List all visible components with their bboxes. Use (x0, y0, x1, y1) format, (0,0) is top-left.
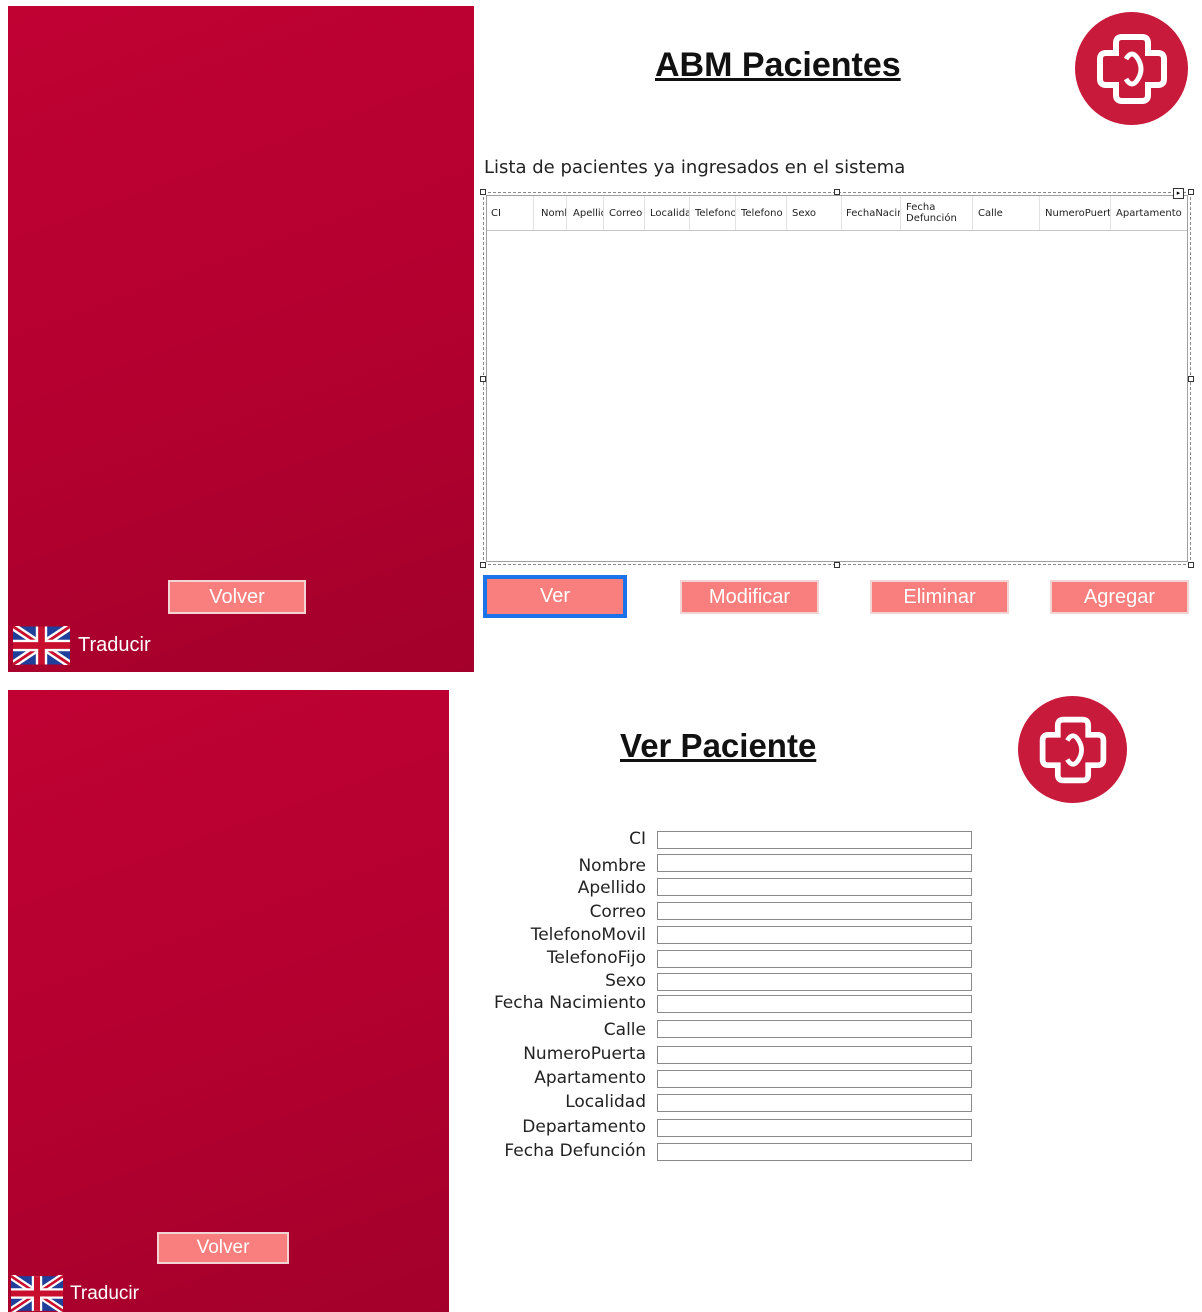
uk-flag-icon (9, 1273, 65, 1312)
resize-handle[interactable] (480, 376, 486, 382)
uk-flag-icon (10, 623, 73, 668)
column-header-label: Fecha Defunción (906, 202, 957, 224)
localidad-field[interactable] (657, 1094, 972, 1112)
translate-button[interactable]: Traducir (10, 623, 151, 668)
telefono-movil-field[interactable] (657, 926, 972, 944)
apellido-field[interactable] (657, 878, 972, 896)
correo-field[interactable] (657, 902, 972, 920)
column-header[interactable]: Correo (605, 196, 645, 230)
column-header[interactable]: Telefono (691, 196, 736, 230)
column-header[interactable]: Calle (974, 196, 1040, 230)
column-header[interactable]: NumeroPuerta (1041, 196, 1111, 230)
calle-field[interactable] (657, 1020, 972, 1038)
page-title: ABM Pacientes (655, 46, 901, 84)
sidebar (8, 6, 474, 672)
modificar-button[interactable]: Modificar (680, 580, 819, 614)
telefono-fijo-field[interactable] (657, 950, 972, 968)
table-body: CI Nombre Apellido Correo Localidad Tele… (486, 195, 1188, 562)
smart-tag-arrow-icon[interactable]: ▸ (1173, 188, 1184, 199)
translate-button[interactable]: Traducir (9, 1273, 139, 1312)
column-header[interactable]: FechaNacimiento (842, 196, 901, 230)
volver-button[interactable]: Volver (168, 580, 306, 614)
column-header[interactable]: Apartamento (1112, 196, 1190, 230)
abm-pacientes-window: Volver Traducir ABM Pacientes Lista de p… (0, 0, 1202, 672)
departamento-field[interactable] (657, 1119, 972, 1137)
translate-label: Traducir (70, 1282, 139, 1304)
medical-cross-logo-icon (1075, 12, 1188, 125)
column-header[interactable]: Apellido (569, 196, 604, 230)
translate-label: Traducir (78, 634, 151, 656)
label-apartamento: Apartamento (534, 1068, 646, 1088)
label-fecha-defuncion: Fecha Defunción (504, 1141, 646, 1161)
fecha-nacimiento-field[interactable] (657, 995, 972, 1013)
page-title: Ver Paciente (620, 727, 817, 764)
label-localidad: Localidad (565, 1092, 646, 1112)
label-telefono-movil: TelefonoMovil (530, 925, 646, 945)
agregar-button[interactable]: Agregar (1050, 580, 1189, 614)
ver-button[interactable]: Ver (483, 575, 627, 618)
nombre-field[interactable] (657, 854, 972, 872)
column-header[interactable]: Localidad (646, 196, 690, 230)
label-fecha-nacimiento: Fecha Nacimiento (493, 993, 646, 1013)
column-header[interactable]: Fecha Defunción (902, 196, 973, 230)
resize-handle[interactable] (834, 189, 840, 195)
medical-cross-logo-icon (1018, 696, 1127, 803)
resize-handle[interactable] (1188, 562, 1194, 568)
patients-table[interactable]: CI Nombre Apellido Correo Localidad Tele… (480, 188, 1194, 568)
label-calle: Calle (603, 1020, 646, 1040)
table-header: CI Nombre Apellido Correo Localidad Tele… (487, 196, 1187, 231)
sexo-field[interactable] (657, 973, 972, 991)
label-numero-puerta: NumeroPuerta (523, 1044, 646, 1064)
fecha-defuncion-field[interactable] (657, 1143, 972, 1161)
label-correo: Correo (589, 902, 646, 922)
column-header[interactable]: Nombre (537, 196, 567, 230)
ci-field[interactable] (657, 831, 972, 849)
numero-puerta-field[interactable] (657, 1046, 972, 1064)
ver-paciente-window: Volver Traducir Ver Paciente CI Nombre A… (0, 684, 1202, 1312)
label-ci: CI (629, 829, 646, 849)
list-caption: Lista de pacientes ya ingresados en el s… (484, 157, 906, 178)
apartamento-field[interactable] (657, 1070, 972, 1088)
label-telefono-fijo: TelefonoFijo (546, 948, 646, 968)
label-apellido: Apellido (577, 878, 646, 898)
eliminar-button[interactable]: Eliminar (870, 580, 1009, 614)
volver-button[interactable]: Volver (157, 1232, 289, 1264)
resize-handle[interactable] (834, 562, 840, 568)
column-header[interactable]: CI (487, 196, 534, 230)
column-header[interactable]: Sexo (788, 196, 842, 230)
label-departamento: Departamento (522, 1117, 646, 1137)
label-sexo: Sexo (605, 971, 646, 991)
resize-handle[interactable] (480, 189, 486, 195)
column-header[interactable]: Telefono (737, 196, 787, 230)
resize-handle[interactable] (1188, 376, 1194, 382)
resize-handle[interactable] (1188, 189, 1194, 195)
resize-handle[interactable] (480, 562, 486, 568)
label-nombre: Nombre (578, 856, 646, 876)
sidebar (8, 690, 449, 1312)
